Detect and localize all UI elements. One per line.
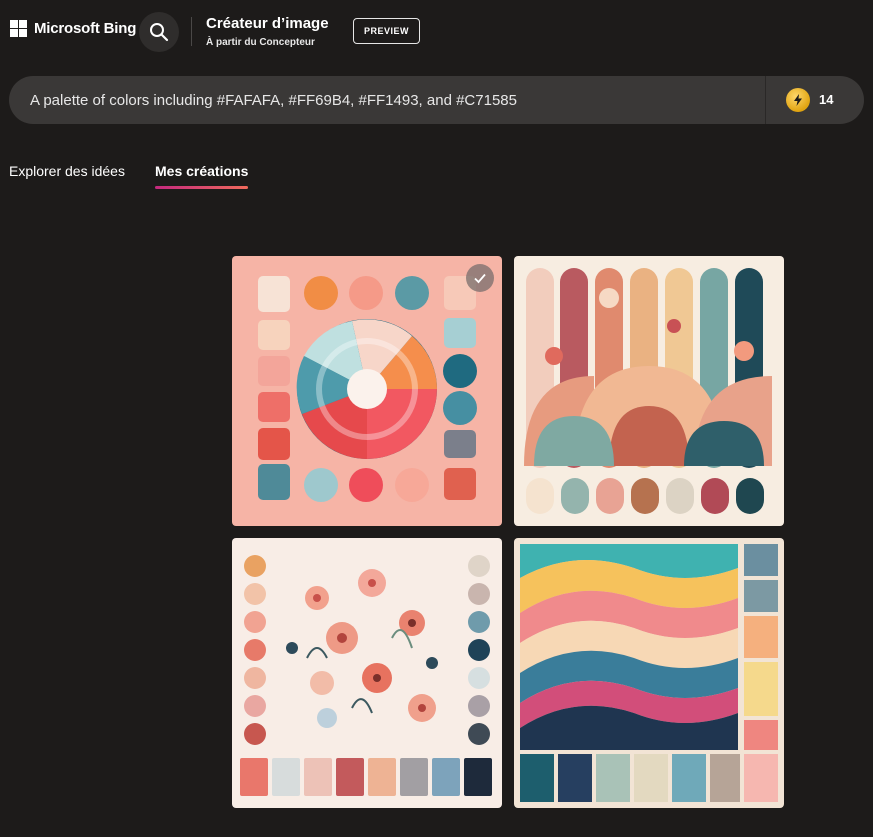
boost-count: 14 [819,92,834,107]
waves-palette-artwork [514,538,784,808]
header-divider [191,17,192,46]
brand-name: Microsoft Bing [34,20,137,37]
waves-palette-image[interactable] [514,538,784,808]
microsoft-logo-icon [10,20,27,37]
page-title: Créateur d’image [206,15,329,32]
floral-swatches-image[interactable] [232,538,502,808]
page-subtitle: À partir du Concepteur [206,37,315,48]
selected-check-icon[interactable] [466,264,494,292]
active-tab-indicator [155,186,248,189]
floral-arches-image[interactable] [514,256,784,526]
palette-wheel-image[interactable] [232,256,502,526]
floral-arches-artwork [514,256,784,526]
floral-swatches-artwork [232,538,502,808]
prompt-input[interactable]: A palette of colors including #FAFAFA, #… [30,92,517,109]
tab-my-creations[interactable]: Mes créations [155,163,248,179]
search-icon [150,23,169,42]
lightning-icon [794,94,802,106]
preview-badge: PREVIEW [353,18,420,44]
tab-explore-ideas[interactable]: Explorer des idées [9,163,125,179]
boost-icon[interactable] [786,88,810,112]
palette-wheel-artwork [232,256,502,526]
prompt-bar[interactable]: A palette of colors including #FAFAFA, #… [9,76,864,124]
search-button[interactable] [139,12,179,52]
prompt-divider [765,76,766,124]
bing-logo[interactable]: Microsoft Bing [10,20,136,37]
